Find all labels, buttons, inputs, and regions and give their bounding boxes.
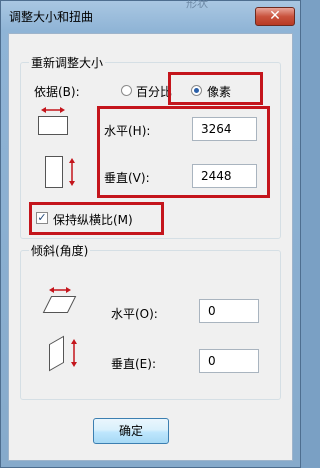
resize-group-title: 重新调整大小 bbox=[29, 54, 106, 71]
percent-label[interactable]: 百分比 bbox=[136, 83, 172, 100]
vertical-skew-icon bbox=[49, 335, 77, 372]
basis-label: 依据(B): bbox=[34, 85, 80, 99]
ok-button[interactable]: 确定 bbox=[93, 418, 169, 444]
title-bar[interactable]: 形状 调整大小和扭曲 ✕ bbox=[1, 0, 300, 31]
dialog-title: 调整大小和扭曲 bbox=[9, 10, 94, 24]
vertical-resize-icon bbox=[45, 156, 75, 188]
dialog-window: 形状 调整大小和扭曲 ✕ 重新调整大小 依据(B): 百分比 像素 水平(H):… bbox=[0, 0, 301, 468]
background-text-fragment: 形状 bbox=[186, 0, 208, 10]
skew-vertical-input[interactable]: 0 bbox=[199, 349, 259, 373]
highlight-pixels bbox=[168, 72, 263, 105]
close-icon: ✕ bbox=[269, 8, 281, 24]
horizontal-resize-icon bbox=[38, 107, 68, 135]
horizontal-skew-icon bbox=[42, 287, 77, 313]
highlight-keep-ratio bbox=[29, 202, 164, 235]
close-button[interactable]: ✕ bbox=[255, 7, 295, 26]
skew-horizontal-input[interactable]: 0 bbox=[199, 299, 259, 323]
highlight-dimensions bbox=[97, 106, 270, 198]
percent-radio[interactable] bbox=[121, 85, 132, 96]
skew-group: 倾斜(角度) bbox=[20, 242, 281, 400]
skew-group-title: 倾斜(角度) bbox=[29, 242, 91, 259]
dialog-body: 重新调整大小 依据(B): 百分比 像素 水平(H): 3264 垂直(V): … bbox=[8, 33, 293, 461]
skew-vertical-label: 垂直(E): bbox=[111, 357, 156, 371]
skew-horizontal-label: 水平(O): bbox=[111, 307, 158, 321]
